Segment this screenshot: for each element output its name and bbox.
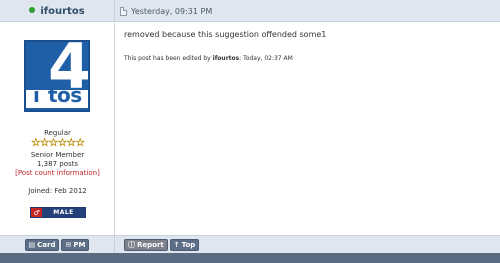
card-button-label: Card — [37, 241, 56, 249]
arrow-up-icon: ↑ — [173, 240, 180, 249]
top-button[interactable]: ↑ Top — [169, 239, 200, 251]
top-button-label: Top — [181, 241, 196, 249]
online-status-icon — [29, 7, 36, 13]
bottom-bar — [0, 253, 500, 263]
author-username[interactable]: ifourtos — [40, 6, 84, 17]
report-button[interactable]: ⓘ Report — [124, 239, 168, 251]
author-info-panel: 4 i tos Regular ☆☆☆☆☆☆ Senior Member 1,3… — [0, 23, 115, 235]
post-count-info-link[interactable]: [Post count information] — [0, 169, 115, 177]
pm-button-label: PM — [73, 241, 86, 249]
author-actions: ▤ Card ✉ PM — [0, 236, 115, 254]
edit-note: This post has been edited by ifourtos: T… — [124, 55, 293, 62]
card-button[interactable]: ▤ Card — [24, 239, 60, 251]
rank-stars-icon: ☆☆☆☆☆☆ — [30, 136, 86, 149]
post-message: removed because this suggestion offended… — [124, 30, 327, 39]
avatar-logo-i: i — [33, 83, 40, 107]
post-actions: ⓘ Report ↑ Top — [124, 236, 200, 254]
avatar[interactable]: 4 i tos — [24, 40, 90, 112]
member-type: Senior Member — [30, 151, 85, 159]
post-content: removed because this suggestion offended… — [124, 23, 494, 235]
avatar-logo-tos: tos — [48, 83, 82, 107]
post-date-text: Yesterday, 09:31 PM — [131, 6, 213, 16]
gender-badge: ♂ MALE — [30, 207, 86, 218]
pm-button[interactable]: ✉ PM — [61, 239, 90, 251]
edit-note-suffix: : Today, 02:37 AM — [239, 55, 293, 62]
joined-date: Joined: Feb 2012 — [28, 187, 87, 195]
author-name-cell: ifourtos — [0, 0, 115, 22]
report-icon: ⓘ — [128, 240, 135, 249]
post-document-icon[interactable] — [120, 6, 127, 16]
gender-label: MALE — [53, 209, 74, 216]
male-icon: ♂ — [31, 208, 42, 217]
post-footer: ▤ Card ✉ PM ⓘ Report ↑ Top — [0, 235, 500, 254]
card-icon: ▤ — [28, 240, 36, 249]
edit-note-prefix: This post has been edited by — [124, 55, 213, 62]
post-date: Yesterday, 09:31 PM — [120, 0, 212, 22]
mail-icon: ✉ — [65, 240, 72, 249]
report-button-label: Report — [137, 241, 164, 249]
post-count: 1,387 posts — [36, 160, 79, 168]
edit-note-user: ifourtos — [212, 55, 240, 62]
post-header: ifourtos Yesterday, 09:31 PM — [0, 0, 500, 22]
